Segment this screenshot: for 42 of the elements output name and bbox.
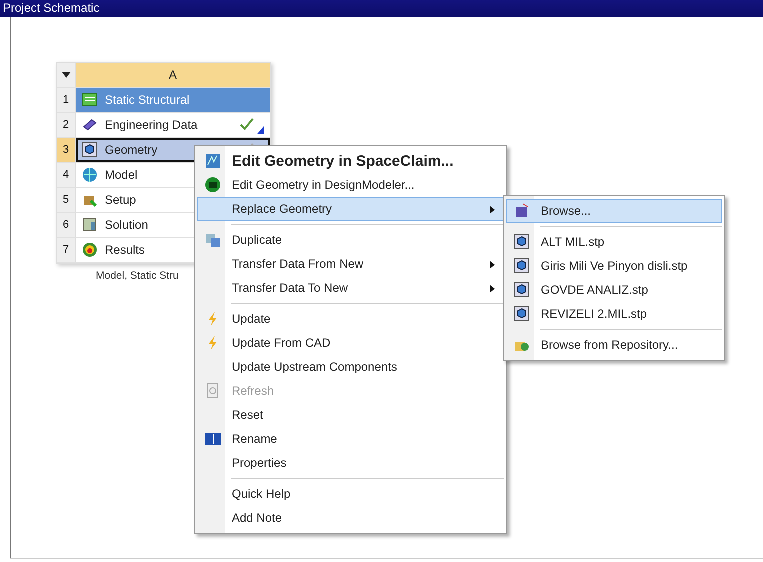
menu-item[interactable]: Replace Geometry [197, 197, 504, 221]
row-number: 4 [57, 163, 76, 187]
menu-item[interactable]: Reset [197, 403, 504, 427]
collapse-icon[interactable] [62, 72, 70, 78]
menu-item[interactable]: Rename [197, 427, 504, 451]
menu-item[interactable]: Giris Mili Ve Pinyon disli.stp [506, 254, 722, 278]
row-number: 1 [57, 88, 76, 112]
cube-icon [514, 306, 530, 322]
row-number: 3 [57, 138, 76, 162]
menu-item[interactable]: Transfer Data To New [197, 276, 504, 300]
row-number: 2 [57, 113, 76, 137]
menu-item[interactable]: Update From CAD [197, 331, 504, 355]
column-header: A [76, 63, 270, 87]
cube-icon [514, 258, 530, 274]
cell-row[interactable]: Engineering Data [76, 113, 270, 137]
cube-icon [514, 234, 530, 250]
menu-item[interactable]: Update [197, 307, 504, 331]
menu-item[interactable]: Update Upstream Components [197, 355, 504, 379]
menu-item[interactable]: Add Note [197, 506, 504, 530]
mesh-icon [82, 167, 98, 183]
menu-item[interactable]: ALT MIL.stp [506, 230, 722, 254]
menu-item[interactable]: Properties [197, 451, 504, 475]
refresh-icon [205, 383, 221, 399]
menu-item[interactable]: GOVDE ANALIZ.stp [506, 278, 722, 302]
chart-icon [82, 92, 98, 108]
results-icon [82, 242, 98, 258]
cube-icon [82, 142, 98, 158]
menu-item[interactable]: Quick Help [197, 482, 504, 506]
window-title: Project Schematic [0, 0, 763, 17]
menu-item[interactable]: Browse from Repository... [506, 333, 722, 357]
copy-icon [205, 232, 221, 248]
row-number: 7 [57, 238, 76, 262]
row-number: 6 [57, 213, 76, 237]
book-icon [82, 117, 98, 133]
folder-icon [514, 203, 530, 219]
system-caption: Model, Static Stru [96, 270, 179, 282]
rename-icon [205, 431, 221, 447]
menu-item[interactable]: Browse... [506, 199, 722, 223]
row-number: 5 [57, 188, 76, 212]
calculator-icon [82, 217, 98, 233]
menu-item[interactable]: REVIZELI 2.MIL.stp [506, 302, 722, 326]
cube-icon [514, 282, 530, 298]
